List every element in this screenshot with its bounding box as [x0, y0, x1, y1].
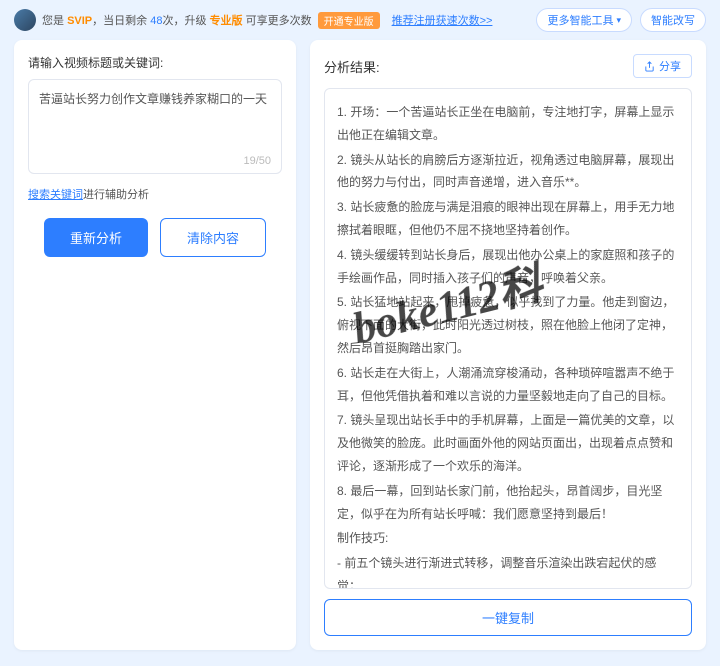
more-tools-button[interactable]: 更多智能工具▾ [536, 8, 632, 32]
result-panel: 分析结果: 分享 1. 开场：一个苦逼站长正坐在电脑前，专注地打字，屏幕上显示出… [310, 40, 706, 650]
share-icon [644, 61, 655, 72]
topbar: 您是 SVIP，当日剩余 48次，升级 专业版 可享更多次数 开通专业版 推荐注… [0, 0, 720, 40]
clear-button[interactable]: 清除内容 [160, 218, 266, 257]
input-panel: 请输入视频标题或关键词: 苦逼站长努力创作文章赚钱养家糊口的一天 19/50 搜… [14, 40, 296, 650]
result-line: 3. 站长疲惫的脸庞与满是泪痕的眼神出现在屏幕上，用手无力地擦拭着眼眶，但他仍不… [337, 196, 679, 242]
result-line: 4. 镜头缓缓转到站长身后，展现出他办公桌上的家庭照和孩子的手绘画作品，同时插入… [337, 244, 679, 290]
avatar [14, 9, 36, 31]
result-title: 分析结果: [324, 57, 380, 76]
input-label: 请输入视频标题或关键词: [28, 54, 282, 71]
referral-link[interactable]: 推荐注册获速次数>> [392, 12, 493, 28]
user-status-text: 您是 SVIP，当日剩余 48次，升级 专业版 可享更多次数 [42, 12, 312, 28]
char-count: 19/50 [243, 155, 271, 167]
result-line: 6. 站长走在大街上，人潮涌流穿梭涌动，各种琐碎喧嚣声不绝于耳，但他凭借执着和难… [337, 362, 679, 408]
result-line: 制作技巧: [337, 527, 679, 550]
keyword-textarea[interactable]: 苦逼站长努力创作文章赚钱养家糊口的一天 19/50 [28, 79, 282, 174]
result-line: 8. 最后一幕，回到站长家门前，他抬起头，昂首阔步，目光坚定，似乎在为所有站长呼… [337, 480, 679, 526]
upgrade-badge[interactable]: 开通专业版 [318, 12, 380, 29]
result-line: 1. 开场：一个苦逼站长正坐在电脑前，专注地打字，屏幕上显示出他正在编辑文章。 [337, 101, 679, 147]
result-line: - 前五个镜头进行渐进式转移，调整音乐渲染出跌宕起伏的感觉； [337, 552, 679, 589]
helper-link[interactable]: 搜索关键词进行辅助分析 [28, 186, 282, 202]
smart-rewrite-button[interactable]: 智能改写 [640, 8, 706, 32]
share-button[interactable]: 分享 [633, 54, 692, 78]
result-line: 7. 镜头呈现出站长手中的手机屏幕，上面是一篇优美的文章，以及他微笑的脸庞。此时… [337, 409, 679, 477]
result-content[interactable]: 1. 开场：一个苦逼站长正坐在电脑前，专注地打字，屏幕上显示出他正在编辑文章。2… [324, 88, 692, 589]
result-line: 2. 镜头从站长的肩膀后方逐渐拉近，视角透过电脑屏幕，展现出他的努力与付出，同时… [337, 149, 679, 195]
copy-button[interactable]: 一键复制 [324, 599, 692, 636]
reanalyze-button[interactable]: 重新分析 [44, 218, 148, 257]
chevron-down-icon: ▾ [616, 15, 621, 26]
result-line: 5. 站长猛地站起来，甩掉疲惫，似乎找到了力量。他走到窗边，俯视下面的大街，此时… [337, 291, 679, 359]
